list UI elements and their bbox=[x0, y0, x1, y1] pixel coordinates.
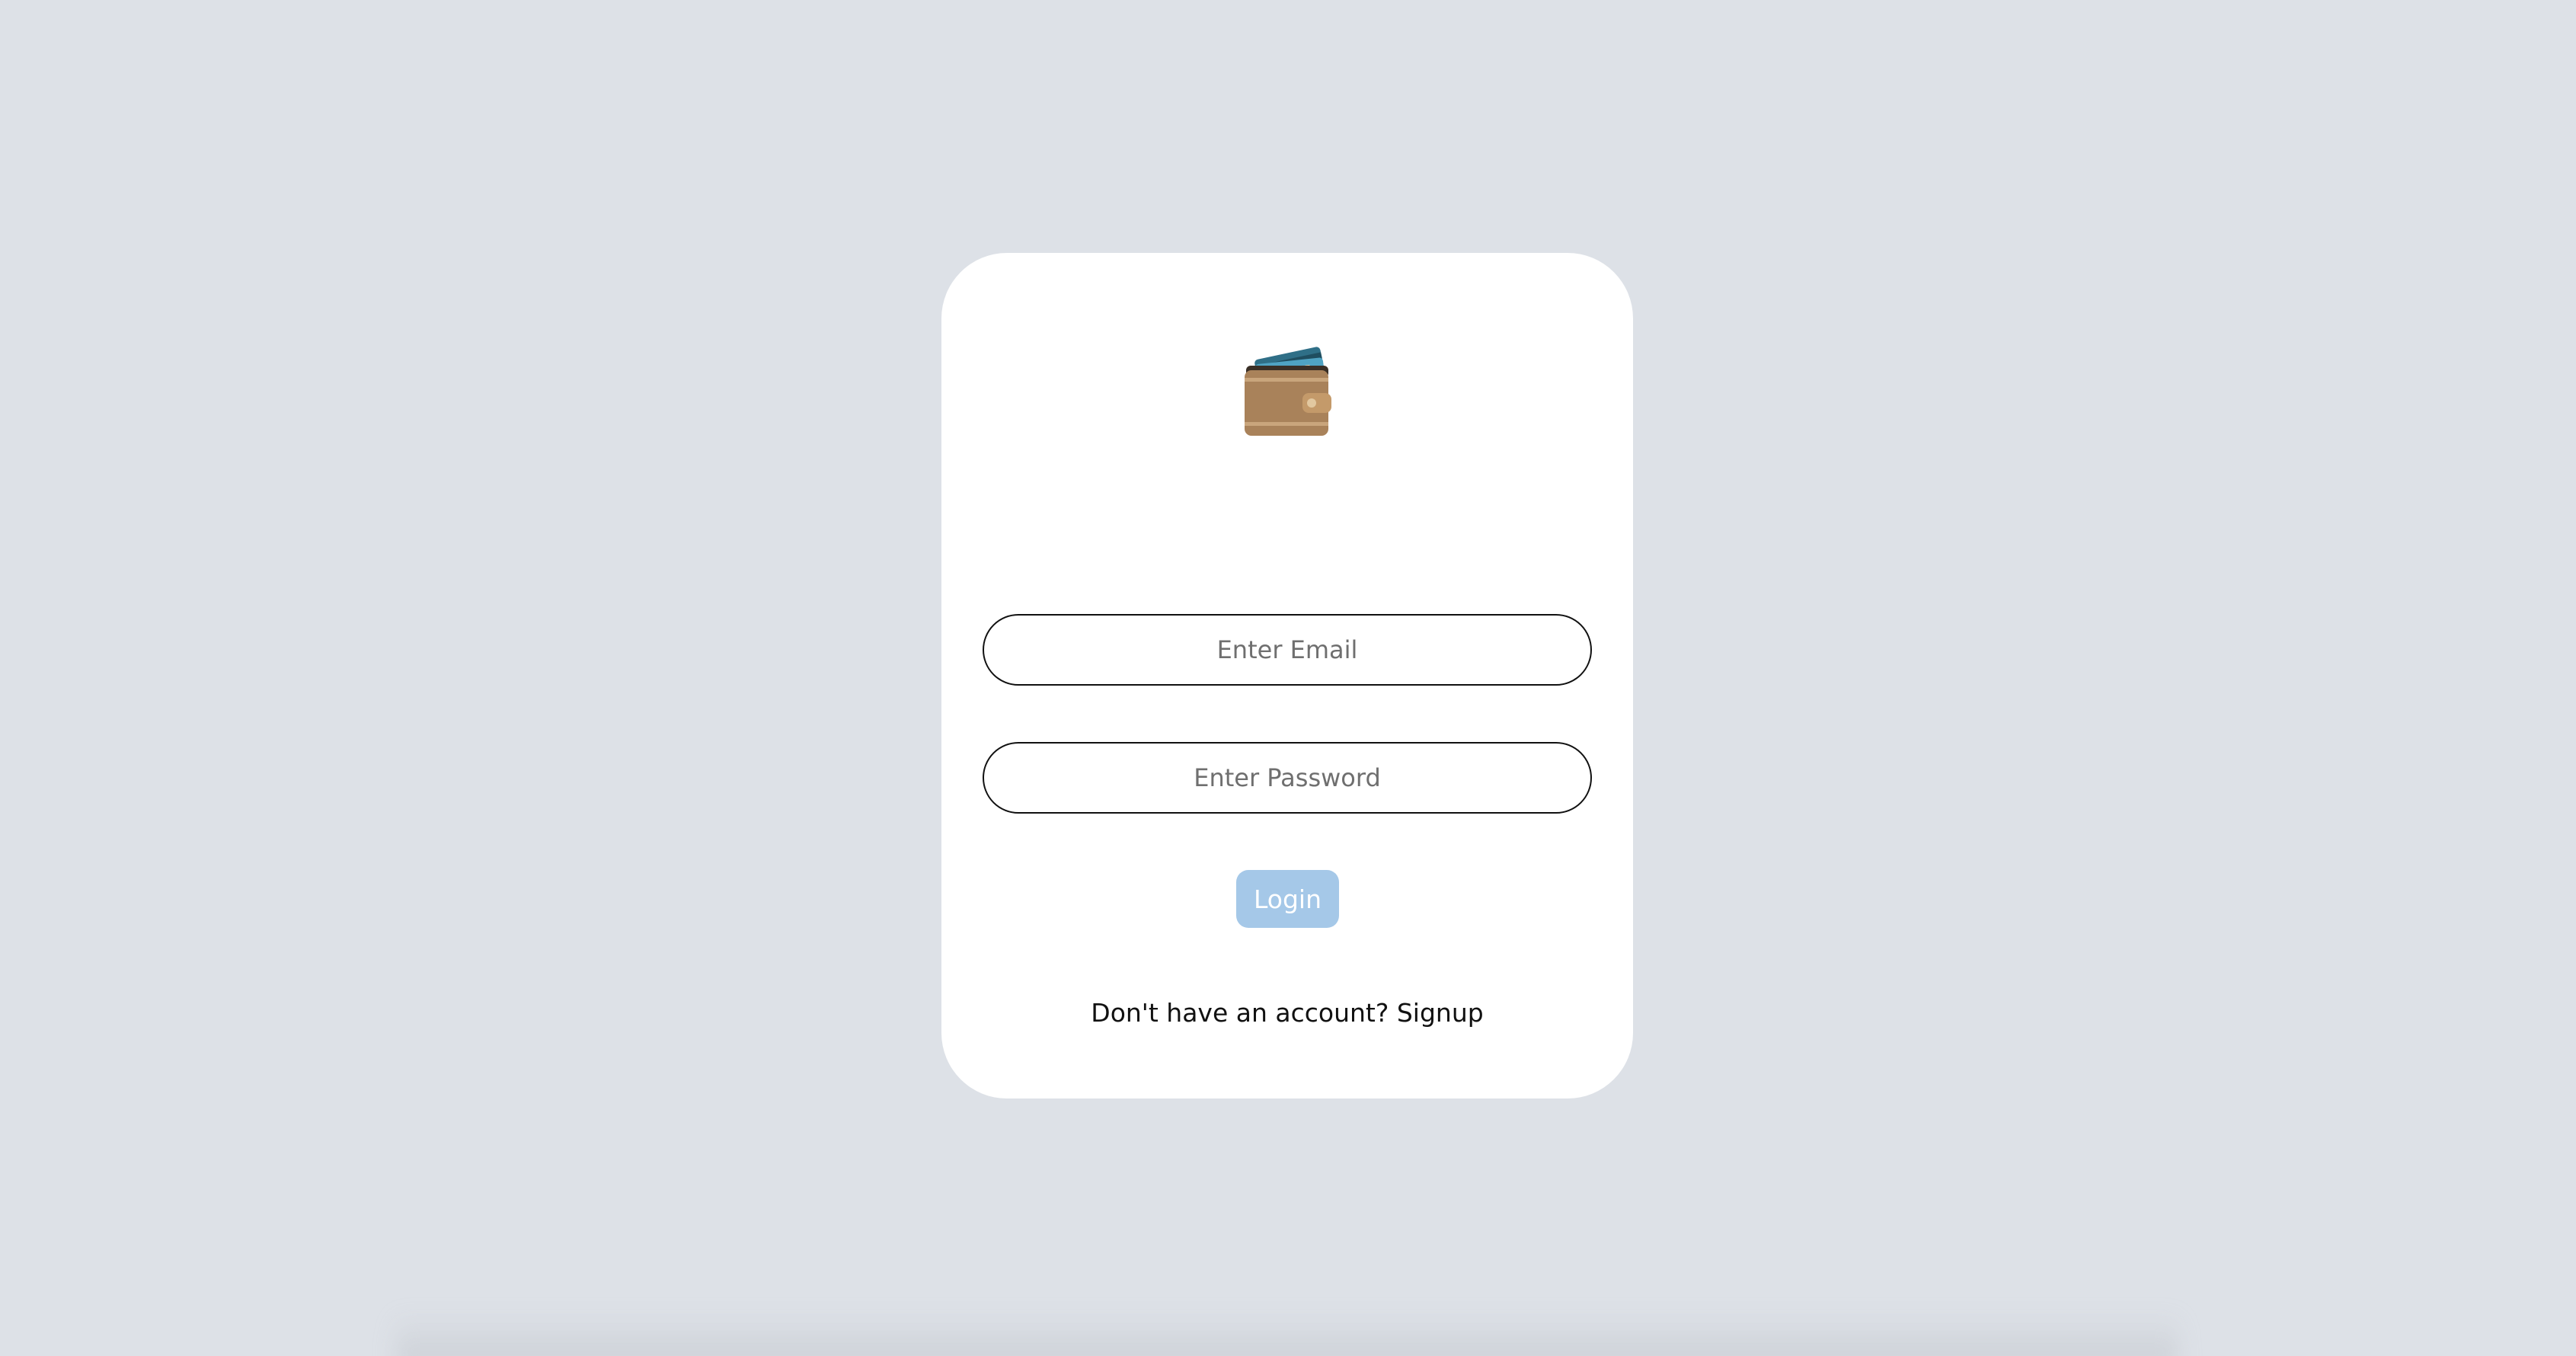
signup-prompt-text: Don't have an account? bbox=[1091, 998, 1397, 1028]
signup-prompt: Don't have an account? Signup bbox=[941, 998, 1633, 1028]
page: Login Don't have an account? Signup bbox=[0, 0, 2576, 1356]
password-input[interactable] bbox=[983, 742, 1592, 814]
login-card: Login Don't have an account? Signup bbox=[941, 253, 1633, 1099]
email-input[interactable] bbox=[983, 614, 1592, 686]
signup-link[interactable]: Signup bbox=[1397, 998, 1484, 1028]
login-button[interactable]: Login bbox=[1236, 870, 1339, 928]
wallet-icon bbox=[1245, 347, 1331, 436]
bottom-shadow bbox=[396, 1313, 2178, 1356]
